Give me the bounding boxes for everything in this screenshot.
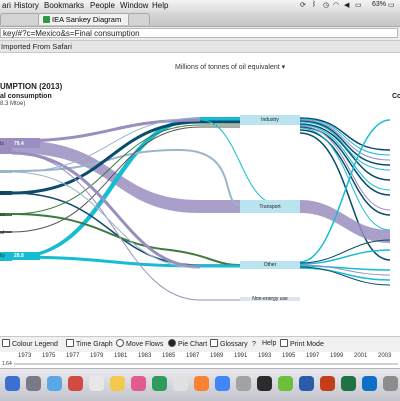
photos-icon[interactable] xyxy=(194,376,209,391)
timeline-year-2001[interactable]: 2001 xyxy=(354,353,367,359)
colour-legend-button[interactable]: Colour Legend xyxy=(2,339,58,349)
chart-title: UMPTION (2013) xyxy=(0,82,63,91)
mail-icon[interactable] xyxy=(68,376,83,391)
move-flows-button[interactable]: Move Flows xyxy=(116,339,163,349)
powerpoint-icon[interactable] xyxy=(320,376,335,391)
timeline-year-1991[interactable]: 1991 xyxy=(234,353,247,359)
chart-subtitle-value: 8.3 Mtoe) xyxy=(0,101,26,107)
word-icon[interactable] xyxy=(299,376,314,391)
left-value-oil: 79.4 xyxy=(14,141,24,147)
skype-icon[interactable] xyxy=(362,376,377,391)
flow-electricity-transport[interactable] xyxy=(199,119,281,206)
timeline-year-1987[interactable]: 1987 xyxy=(186,353,199,359)
timeline-year-1977[interactable]: 1977 xyxy=(66,353,79,359)
left-label-gas: ss xyxy=(0,190,5,196)
left-label-electricity: ity xyxy=(0,253,5,259)
left-label-coal: al xyxy=(0,230,4,236)
graph-icon xyxy=(66,339,74,347)
glossary-button[interactable]: Glossary xyxy=(210,339,248,349)
finder-icon[interactable] xyxy=(5,376,20,391)
year-timeline[interactable]: 1.64 1973 1975 1977 1979 1981 1983 1985 1987 198… xyxy=(0,352,400,367)
timeline-year-1989[interactable]: 1989 xyxy=(210,353,223,359)
pie-chart-button[interactable]: Pie Chart xyxy=(168,339,207,349)
question-icon: ? xyxy=(252,341,256,348)
time-graph-button[interactable]: Time Graph xyxy=(66,339,113,349)
safari-icon[interactable] xyxy=(47,376,62,391)
move-icon xyxy=(116,339,124,347)
timeline-year-1985[interactable]: 1985 xyxy=(162,353,175,359)
sector-label-other: Other xyxy=(263,262,277,268)
sector-label-non-energy: Non-energy use xyxy=(252,296,288,302)
itunes-icon[interactable] xyxy=(131,376,146,391)
timeline-year-1999[interactable]: 1999 xyxy=(330,353,343,359)
help-button[interactable]: ? Help xyxy=(252,339,276,349)
timeline-year-1979[interactable]: 1979 xyxy=(90,353,103,359)
book-icon xyxy=(210,339,218,347)
launchpad-icon[interactable] xyxy=(26,376,41,391)
notes-icon[interactable] xyxy=(110,376,125,391)
units-dropdown[interactable]: Millions of tonnes of oil equivalent ▾ xyxy=(175,63,285,71)
timeline-year-1983[interactable]: 1983 xyxy=(138,353,151,359)
timeline-year-1993[interactable]: 1993 xyxy=(258,353,271,359)
right-column-title: Co xyxy=(392,93,400,100)
timeline-year-2003[interactable]: 2003 xyxy=(378,353,391,359)
calendar-icon[interactable] xyxy=(89,376,104,391)
sector-label-transport: Transport xyxy=(259,204,281,210)
timeline-year-1975[interactable]: 1975 xyxy=(42,353,55,359)
left-value-electricity: 28.8 xyxy=(14,253,24,259)
diagram-toolbar: Colour Legend Time Graph Move Flows Pie … xyxy=(0,336,400,353)
chevron-down-icon: ▾ xyxy=(281,64,286,71)
timeline-year-1997[interactable]: 1997 xyxy=(306,353,319,359)
app-green-icon[interactable] xyxy=(278,376,293,391)
flows-other-gas[interactable] xyxy=(299,239,391,286)
chrome-icon[interactable] xyxy=(215,376,230,391)
system-preferences-icon[interactable] xyxy=(236,376,251,391)
print-mode-button[interactable]: Print Mode xyxy=(280,339,324,349)
left-label-biofuels: ss xyxy=(0,212,5,218)
dock xyxy=(0,368,400,401)
preview-icon[interactable] xyxy=(173,376,188,391)
timeline-slider[interactable] xyxy=(14,363,398,365)
trash-icon[interactable] xyxy=(383,376,398,391)
timeline-year-1995[interactable]: 1995 xyxy=(282,353,295,359)
node-light-source[interactable] xyxy=(0,170,12,173)
excel-icon[interactable] xyxy=(341,376,356,391)
sector-label-industry: Industry xyxy=(261,117,279,123)
chart-subtitle: al consumption xyxy=(0,93,52,100)
timeline-scale-value: 1.64 xyxy=(2,361,12,367)
terminal-icon[interactable] xyxy=(257,376,272,391)
timeline-year-1981[interactable]: 1981 xyxy=(114,353,127,359)
timeline-year-1973[interactable]: 1973 xyxy=(18,353,31,359)
printer-icon xyxy=(280,339,288,347)
left-label-oil: ts xyxy=(0,141,4,147)
legend-icon xyxy=(2,339,10,347)
facetime-icon[interactable] xyxy=(152,376,167,391)
pie-chart-icon xyxy=(168,339,176,347)
